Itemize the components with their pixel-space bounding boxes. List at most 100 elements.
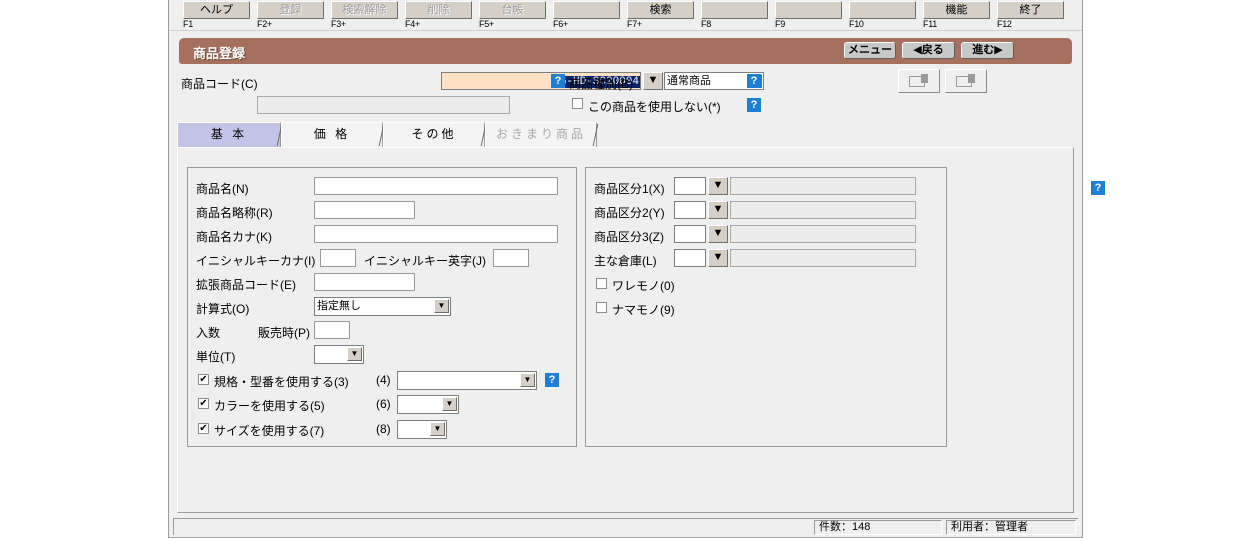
flag-checkbox-2[interactable] (596, 302, 607, 313)
unit-label: 単位(T) (196, 350, 236, 364)
function-key-f7-label: F7+ (627, 19, 642, 29)
product-name-label: 商品名(N) (196, 182, 249, 196)
lookup-code-input-2[interactable] (674, 201, 706, 219)
unit-select[interactable]: ▼ (314, 345, 364, 364)
formula-select[interactable]: 指定無し ▼ (314, 297, 451, 316)
function-key-f7-button[interactable]: 検索 (627, 1, 694, 19)
page-title: 商品登録 (193, 46, 246, 61)
function-key-f1-button[interactable]: ヘルプ (183, 1, 250, 19)
function-key-f12-label: F12 (997, 19, 1012, 29)
initial-key-kana-input[interactable] (320, 249, 356, 267)
product-name-kana-input[interactable] (314, 225, 558, 243)
function-key-f3-button: 検索解除 (331, 1, 398, 19)
initial-key-alpha-label: イニシャルキー英字(J) (364, 254, 486, 268)
lookup-display-1 (730, 177, 916, 195)
tab-label: その他 (411, 127, 457, 141)
color-select[interactable]: ▼ (397, 395, 459, 414)
disable-product-checkbox[interactable] (572, 98, 583, 109)
window-title-bar: 商品登録 メニュー ◀戻る 進む▶ (179, 38, 1072, 64)
formula-value: 指定無し (317, 300, 361, 312)
function-key-f4-label: F4+ (405, 19, 420, 29)
product-code-label: 商品コード(C) (181, 77, 258, 91)
tab-label: おきまり商品 (495, 127, 586, 141)
formula-label: 計算式(O) (196, 302, 250, 316)
product-short-name-label: 商品名略称(R) (196, 206, 273, 220)
quantity-sale-input[interactable] (314, 321, 350, 339)
lookup-label-4: 主な倉庫(L) (594, 254, 657, 268)
function-key-f12-button[interactable]: 終了 (997, 1, 1064, 19)
quantity-label: 入数 (196, 326, 221, 340)
tab-3[interactable]: その他 (383, 122, 485, 147)
lookup-display-4 (730, 249, 916, 267)
use-model-number-checkbox[interactable]: ✔ (198, 374, 209, 385)
tab-4: おきまり商品 (485, 122, 597, 147)
lookup-picker-button-1[interactable]: ▼ (708, 177, 728, 195)
product-code-display (257, 96, 510, 114)
disable-product-help-icon[interactable]: ? (747, 98, 761, 112)
image-button-1[interactable] (898, 69, 940, 93)
use-size-label: サイズを使用する(7) (214, 424, 325, 438)
lookup-picker-button-3[interactable]: ▼ (708, 225, 728, 243)
function-key-f11-button[interactable]: 機能 (923, 1, 990, 19)
image-button-2[interactable] (945, 69, 987, 93)
extended-product-code-input[interactable] (314, 273, 415, 291)
function-key-f9-label: F9 (775, 19, 785, 29)
tab-label: 基 本 (210, 127, 248, 141)
quantity-sale-label: 販売時(P) (258, 326, 310, 340)
function-key-f5-label: F5+ (479, 19, 494, 29)
classification-group: 商品区分1(X) ▼ 商品区分2(Y) ▼ 商品区分3(Z) ▼ 主な倉庫(L) ▼ ワレモノ(… (585, 167, 947, 447)
disable-product-label: この商品を使用しない(*) (588, 100, 721, 114)
forward-button[interactable]: 進む▶ (961, 42, 1014, 59)
flag-checkbox-label-1: ワレモノ(0) (612, 279, 675, 293)
lookup-label-1: 商品区分1(X) (594, 182, 665, 196)
function-key-f10-label: F10 (849, 19, 864, 29)
tab-1[interactable]: 基 本 (177, 122, 281, 147)
size-access-key: (8) (376, 422, 391, 436)
lookup-picker-button-2[interactable]: ▼ (708, 201, 728, 219)
product-short-name-input[interactable] (314, 201, 415, 219)
use-size-checkbox[interactable]: ✔ (198, 423, 209, 434)
function-key-f6-button (553, 1, 620, 19)
product-type-help-icon[interactable]: ? (747, 74, 761, 88)
status-bar: 件数：148 利用者：管理者 (173, 518, 1078, 535)
chevron-down-icon: ▼ (347, 347, 362, 361)
product-type-label: 商品種別(B) (569, 77, 633, 91)
chevron-down-icon: ▼ (520, 373, 535, 387)
product-code-picker-button[interactable]: ▼ (643, 72, 663, 90)
function-key-f1-label: F1 (183, 19, 193, 29)
model-number-access-key: (4) (376, 373, 391, 387)
initial-key-alpha-input[interactable] (493, 249, 529, 267)
product-type-value: 通常商品 (667, 75, 711, 87)
card-icon-shadow (921, 74, 928, 83)
classification-help-icon[interactable]: ? (1091, 181, 1105, 195)
product-name-input[interactable] (314, 177, 558, 195)
model-number-help-icon[interactable]: ? (545, 373, 559, 387)
product-code-help-icon[interactable]: ? (551, 74, 565, 88)
function-key-f8-button (701, 1, 768, 19)
basic-info-group: 商品名(N) 商品名略称(R) 商品名カナ(K) イニシャルキーカナ(I) イニ… (187, 167, 577, 447)
lookup-code-input-4[interactable] (674, 249, 706, 267)
function-key-f2-button: 登録 (257, 1, 324, 19)
chevron-down-icon: ▼ (430, 422, 445, 436)
function-key-f8-label: F8 (701, 19, 711, 29)
lookup-code-input-1[interactable] (674, 177, 706, 195)
product-registration-window: ヘルプ F1 登録 F2+ 検索解除 F3+ 削除 F4+ 台帳 F5+ F6+ 検索 F7+ F8 F9 F… (168, 0, 1105, 538)
function-key-f3-label: F3+ (331, 19, 346, 29)
function-key-f11-label: F11 (923, 19, 937, 29)
menu-button[interactable]: メニュー (844, 42, 896, 59)
lookup-label-3: 商品区分3(Z) (594, 230, 664, 244)
flag-checkbox-1[interactable] (596, 278, 607, 289)
size-select[interactable]: ▼ (397, 420, 447, 439)
model-number-select[interactable]: ▼ (397, 371, 537, 390)
chevron-down-icon: ▼ (434, 299, 449, 313)
lookup-code-input-3[interactable] (674, 225, 706, 243)
lookup-picker-button-4[interactable]: ▼ (708, 249, 728, 267)
color-access-key: (6) (376, 397, 391, 411)
back-button[interactable]: ◀戻る (902, 42, 955, 59)
use-color-checkbox[interactable]: ✔ (198, 398, 209, 409)
tab-content-basic: 商品名(N) 商品名略称(R) 商品名カナ(K) イニシャルキーカナ(I) イニ… (177, 147, 1105, 513)
lookup-label-2: 商品区分2(Y) (594, 206, 665, 220)
user-status: 利用者：管理者 (946, 520, 1076, 535)
tab-2[interactable]: 価 格 (281, 122, 383, 147)
use-model-number-label: 規格・型番を使用する(3) (214, 375, 349, 389)
